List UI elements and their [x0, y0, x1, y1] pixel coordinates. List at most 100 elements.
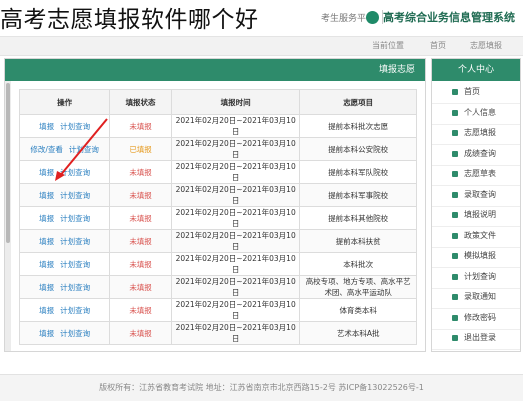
- row-status: 未填报: [109, 298, 172, 322]
- col-actions: 操作: [18, 89, 111, 115]
- sidebar-item-label: 个人信息: [464, 107, 496, 117]
- footer-copyright: 版权所有：江苏省教育考试院 地址：江苏省南京市北京西路15-2号 苏ICP备13…: [99, 383, 424, 392]
- row-time: 2021年02月20日~2021年03月10日: [170, 114, 301, 138]
- row-item: 提前本科扶贫: [299, 229, 417, 253]
- menu-bullet-icon: [452, 109, 458, 116]
- sidebar-item-label: 志愿草表: [464, 169, 496, 178]
- sidebar-item-label: 计划查询: [464, 271, 496, 281]
- fill-in-link[interactable]: 填报: [39, 191, 54, 200]
- table-row: 填报 计划查询 未填报 2021年02月20日~2021年03月10日 体育类本科: [18, 298, 417, 322]
- plan-query-link[interactable]: 计划查询: [60, 214, 90, 223]
- row-status: 未填报: [109, 252, 172, 276]
- row-time: 2021年02月20日~2021年03月10日: [170, 160, 301, 184]
- fill-in-link[interactable]: 填报: [39, 283, 54, 292]
- row-item: 提前本科军事院校: [299, 183, 417, 207]
- row-actions: 填报 计划查询: [18, 206, 111, 230]
- sidebar-item-label: 修改密码: [464, 312, 496, 322]
- row-status: 未填报: [109, 183, 172, 207]
- row-status: 未填报: [109, 229, 172, 253]
- sidebar: 个人中心 首页个人信息志愿填报成绩查询志愿草表录取查询填报说明政策文件模拟填报计…: [431, 58, 521, 352]
- brand-logo-icon: [366, 10, 379, 24]
- menu-bullet-icon: [452, 253, 458, 259]
- table-row: 填报 计划查询 未填报 2021年02月20日~2021年03月10日 提前本科扶贫: [18, 229, 417, 253]
- annotation-arrow: [55, 118, 108, 181]
- row-time: 2021年02月20日~2021年03月10日: [170, 252, 301, 276]
- row-time: 2021年02月20日~2021年03月10日: [170, 321, 301, 345]
- sidebar-item-label: 政策文件: [464, 230, 496, 240]
- menu-bullet-icon: [452, 335, 458, 341]
- breadcrumb: 当前位置 首页 志愿填报: [0, 36, 523, 56]
- row-time: 2021年02月20日~2021年03月10日: [170, 137, 301, 161]
- row-item: 体育类本科: [299, 298, 417, 322]
- col-time: 填报时间: [170, 89, 301, 115]
- table-header-row: 操作 填报状态 填报时间 志愿项目: [18, 89, 417, 115]
- plan-query-link[interactable]: 计划查询: [60, 260, 90, 269]
- plan-query-link[interactable]: 计划查询: [60, 191, 90, 200]
- menu-bullet-icon: [452, 273, 458, 280]
- sidebar-item-label: 填报说明: [464, 210, 496, 219]
- fill-in-link[interactable]: 填报: [39, 237, 54, 246]
- row-item: 高校专项、地方专项、高水平艺术团、高水平运动队: [299, 275, 417, 299]
- sidebar-item-label: 志愿填报: [464, 128, 496, 137]
- row-status: 已填报: [109, 137, 172, 161]
- row-status: 未填报: [109, 114, 172, 138]
- table-row: 填报 计划查询 未填报 2021年02月20日~2021年03月10日 本科批次: [18, 252, 417, 276]
- table-row: 填报 计划查询 未填报 2021年02月20日~2021年03月10日 提前本科军事院校: [18, 183, 417, 207]
- table-row: 填报 计划查询 未填报 2021年02月20日~2021年03月10日 高校专项、地方专…: [18, 275, 417, 299]
- row-time: 2021年02月20日~2021年03月10日: [170, 275, 301, 299]
- sidebar-item-label: 退出登录: [464, 333, 496, 342]
- fill-in-link[interactable]: 填报: [39, 260, 54, 269]
- breadcrumb-page[interactable]: 志愿填报: [470, 40, 502, 51]
- row-actions: 填报 计划查询: [18, 275, 111, 299]
- row-item: 艺术本科A批: [299, 321, 417, 345]
- sidebar-item-label: 成绩查询: [464, 148, 496, 158]
- sidebar-item-label: 录取查询: [464, 189, 496, 199]
- menu-bullet-icon: [452, 191, 458, 198]
- plan-query-link[interactable]: 计划查询: [60, 329, 90, 338]
- menu-bullet-icon: [452, 89, 458, 95]
- row-item: 提前本科公安院校: [299, 137, 417, 161]
- sidebar-item-label: 首页: [464, 87, 480, 96]
- row-status: 未填报: [109, 206, 172, 230]
- row-status: 未填报: [109, 321, 172, 345]
- menu-bullet-icon: [452, 130, 458, 136]
- sidebar-title: 个人中心: [432, 59, 520, 81]
- breadcrumb-home[interactable]: 首页: [430, 40, 446, 51]
- fill-in-link[interactable]: 填报: [39, 214, 54, 223]
- sidebar-item-label: 模拟填报: [464, 251, 496, 260]
- menu-bullet-icon: [452, 314, 458, 321]
- page-footer: 版权所有：江苏省教育考试院 地址：江苏省南京市北京西路15-2号 苏ICP备13…: [0, 374, 523, 401]
- menu-bullet-icon: [452, 212, 458, 218]
- vertical-scrollbar[interactable]: [5, 81, 11, 351]
- row-time: 2021年02月20日~2021年03月10日: [170, 298, 301, 322]
- row-item: 提前本科军队院校: [299, 160, 417, 184]
- table-row: 填报 计划查询 未填报 2021年02月20日~2021年03月10日 提前本科其他院校: [18, 206, 417, 230]
- table-row: 填报 计划查询 未填报 2021年02月20日~2021年03月10日 艺术本科A批: [18, 321, 417, 345]
- col-status: 填报状态: [109, 89, 172, 115]
- row-actions: 填报 计划查询: [18, 183, 111, 207]
- breadcrumb-current: 当前位置: [372, 41, 404, 50]
- scrollbar-thumb[interactable]: [6, 83, 10, 243]
- row-time: 2021年02月20日~2021年03月10日: [170, 206, 301, 230]
- menu-bullet-icon: [452, 232, 458, 239]
- row-actions: 填报 计划查询: [18, 298, 111, 322]
- row-status: 未填报: [109, 160, 172, 184]
- site-brand[interactable]: 高考综合业务信息管理系统: [366, 9, 515, 25]
- fill-in-link[interactable]: 填报: [39, 306, 54, 315]
- col-item: 志愿项目: [299, 89, 417, 115]
- row-actions: 填报 计划查询: [18, 229, 111, 253]
- plan-query-link[interactable]: 计划查询: [60, 237, 90, 246]
- row-item: 本科批次: [299, 252, 417, 276]
- row-time: 2021年02月20日~2021年03月10日: [170, 183, 301, 207]
- brand-name: 高考综合业务信息管理系统: [383, 11, 515, 24]
- main-panel: 填报志愿 操作 填报状态 填报时间 志愿项目 填报 计划查询 未填报 2021年02月…: [4, 58, 426, 352]
- fill-in-link[interactable]: 填报: [39, 329, 54, 338]
- sidebar-item-label: 录取通知: [464, 292, 496, 301]
- row-actions: 填报 计划查询: [18, 321, 111, 345]
- menu-bullet-icon: [452, 171, 458, 177]
- plan-query-link[interactable]: 计划查询: [60, 306, 90, 315]
- menu-bullet-icon: [452, 150, 458, 157]
- row-item: 提前本科其他院校: [299, 206, 417, 230]
- plan-query-link[interactable]: 计划查询: [60, 283, 90, 292]
- sidebar-item[interactable]: 退出登录: [432, 327, 520, 350]
